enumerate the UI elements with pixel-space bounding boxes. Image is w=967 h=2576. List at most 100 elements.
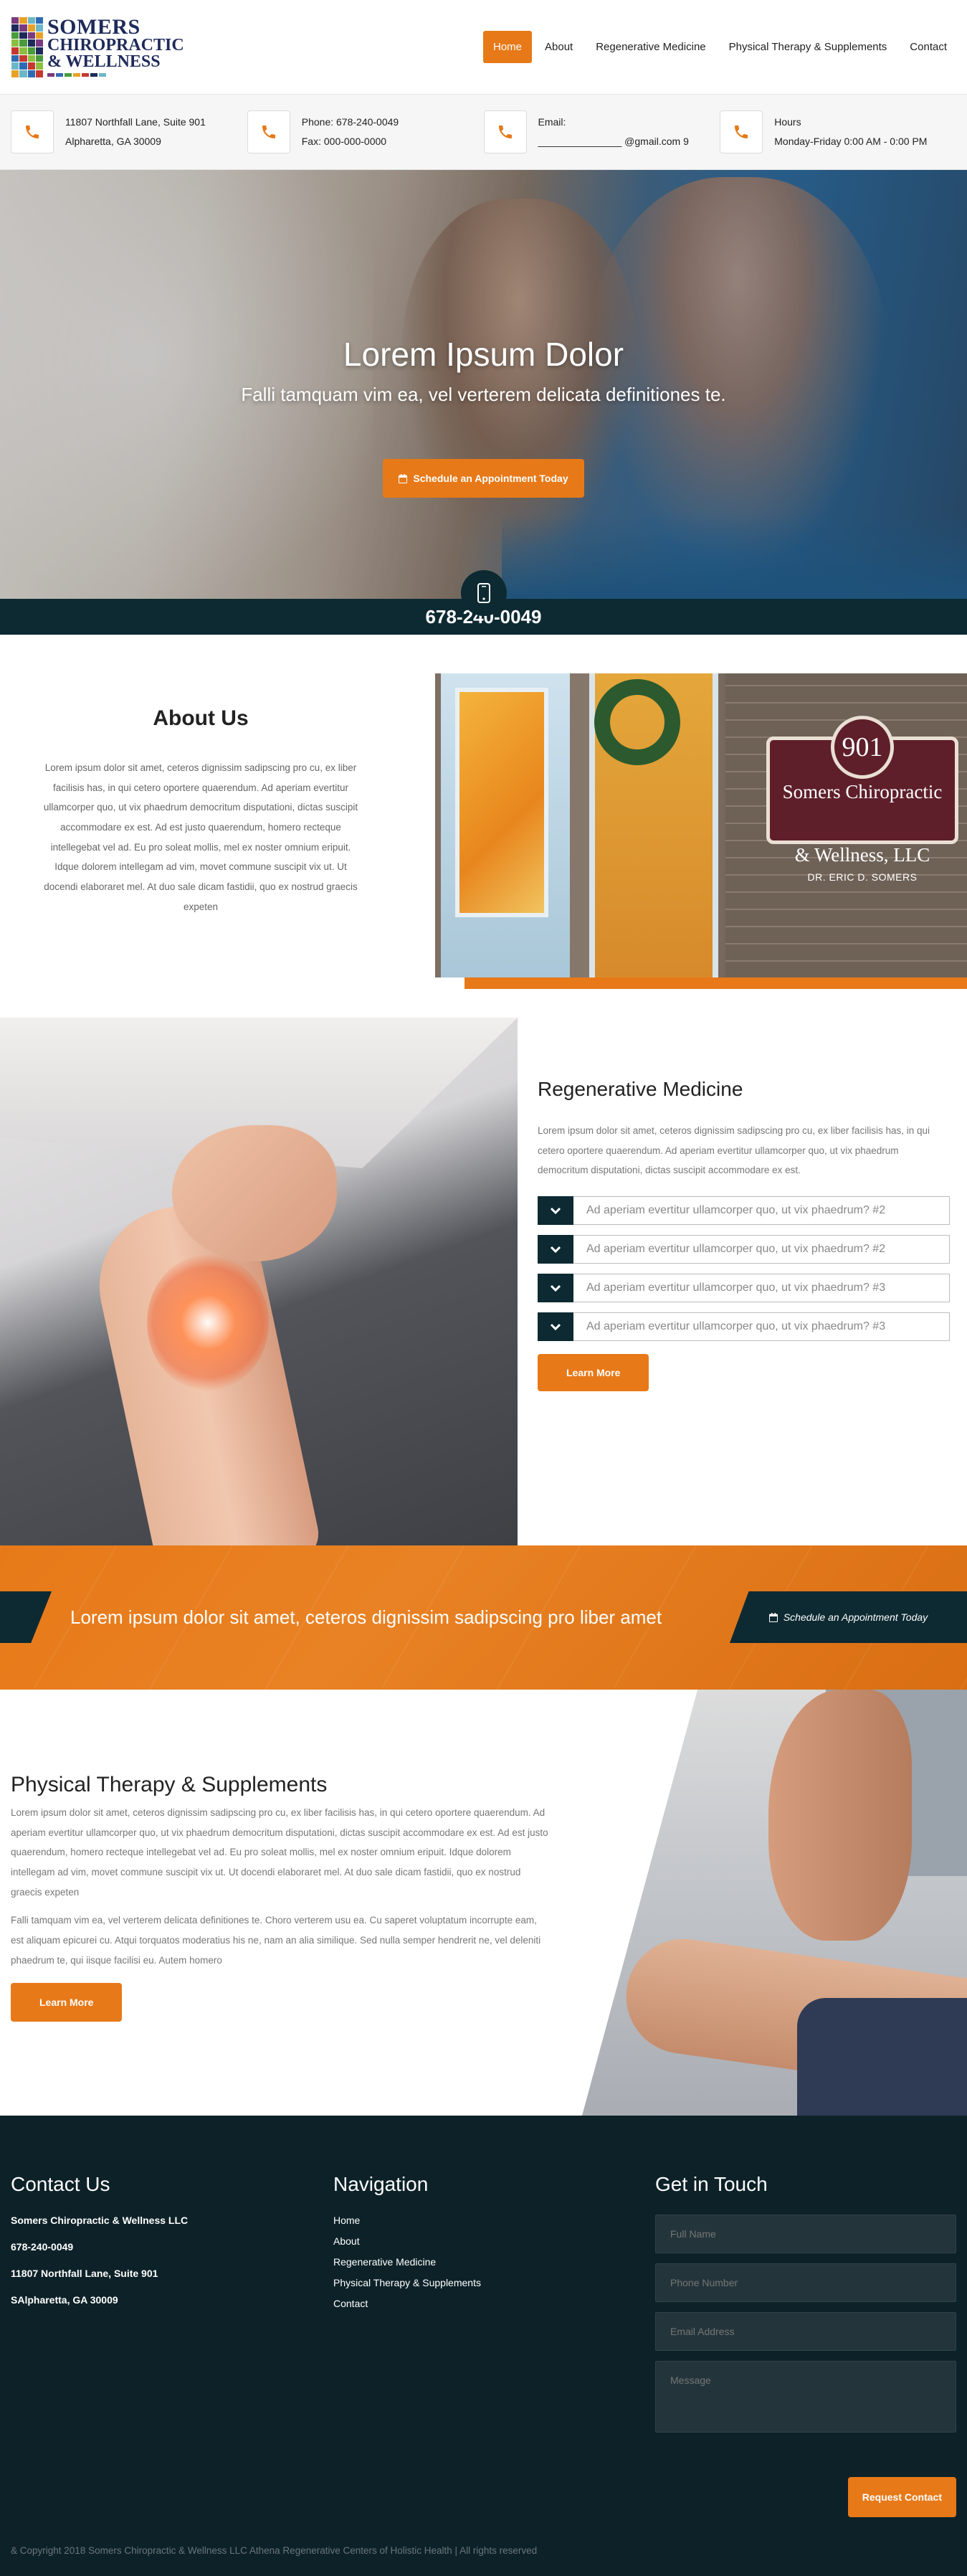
fax-number: Fax: 000-000-0000 [301, 136, 387, 147]
info-address: 11807 Northfall Lane, Suite 901 Alpharet… [11, 110, 247, 153]
site-header: SOMERS CHIROPRACTIC & WELLNESS Home Abou… [0, 0, 967, 94]
regen-learn-more-button[interactable]: Learn More [538, 1354, 649, 1392]
phone-number[interactable]: Phone: 678-240-0049 [302, 113, 399, 132]
footer-nav-contact[interactable]: Contact [333, 2298, 634, 2309]
nav-home[interactable]: Home [482, 31, 532, 63]
chevron-down-icon[interactable] [538, 1274, 573, 1303]
cta-band: Lorem ipsum dolor sit amet, ceteros dign… [0, 1545, 967, 1690]
accordion-item[interactable]: Ad aperiam evertitur ullamcorper quo, ut… [538, 1274, 950, 1303]
chevron-down-icon[interactable] [538, 1312, 573, 1342]
about-text: About Us Lorem ipsum dolor sit amet, cet… [43, 706, 358, 917]
phone-number-input[interactable] [655, 2263, 956, 2302]
logo-tile [11, 62, 19, 70]
cta-schedule-label: Schedule an Appointment Today [783, 1611, 928, 1623]
hero-content: Lorem Ipsum Dolor Falli tamquam vim ea, … [0, 335, 967, 498]
full-name-input[interactable] [655, 2215, 956, 2253]
logo-tile [35, 16, 43, 24]
logo-tile [11, 70, 19, 77]
logo-tile [19, 24, 27, 32]
footer-phone[interactable]: 678-240-0049 [11, 2241, 312, 2253]
logo-line-1: SOMERS [47, 14, 140, 39]
logo-tile [27, 24, 35, 32]
email-label: Email: [538, 116, 566, 128]
about-accent-bar [465, 977, 967, 989]
pt-learn-more-button[interactable]: Learn More [11, 1983, 123, 2022]
logo-tile [27, 62, 35, 70]
logo-bar [90, 73, 97, 77]
therapy-photo [582, 1690, 967, 2116]
chevron-down-icon[interactable] [538, 1196, 573, 1226]
phone-icon [247, 110, 290, 153]
physical-therapy-section: Physical Therapy & Supplements Lorem ips… [0, 1690, 967, 2116]
logo-bar [99, 73, 106, 77]
logo-tile [11, 47, 19, 55]
logo-tile [11, 55, 19, 62]
cta-schedule-button[interactable]: Schedule an Appointment Today [730, 1591, 967, 1643]
logo-bar [65, 73, 72, 77]
accordion-item[interactable]: Ad aperiam evertitur ullamcorper quo, ut… [538, 1312, 950, 1342]
logo-tile [27, 70, 35, 77]
message-textarea[interactable] [655, 2361, 956, 2433]
email-address[interactable]: _______________ @gmail.com 9 [538, 132, 689, 151]
footer-nav-physical-therapy[interactable]: Physical Therapy & Supplements [333, 2277, 634, 2288]
logo-tile [19, 39, 27, 47]
logo-tile [35, 32, 43, 39]
chevron-down-icon[interactable] [538, 1235, 573, 1264]
accordion-label[interactable]: Ad aperiam evertitur ullamcorper quo, ut… [573, 1235, 950, 1264]
logo-tile [19, 32, 27, 39]
logo-bar [82, 73, 89, 77]
pt-text: Physical Therapy & Supplements Lorem ips… [11, 1773, 548, 2022]
accordion-item[interactable]: Ad aperiam evertitur ullamcorper quo, ut… [538, 1196, 950, 1226]
info-email: Email: _______________ @gmail.com 9 [483, 110, 720, 153]
address-line-2: Alpharetta, GA 30009 [65, 136, 161, 147]
calendar-icon [399, 473, 408, 483]
nav-regenerative-medicine[interactable]: Regenerative Medicine [586, 31, 715, 63]
nav-physical-therapy[interactable]: Physical Therapy & Supplements [719, 31, 897, 63]
nav-about[interactable]: About [535, 31, 583, 63]
footer-navigation: Navigation Home About Regenerative Medic… [333, 2173, 634, 2319]
footer-nav-regenerative-medicine[interactable]: Regenerative Medicine [333, 2256, 634, 2268]
nav-contact[interactable]: Contact [900, 31, 957, 63]
logo-tile [19, 16, 27, 24]
hero-banner: Lorem Ipsum Dolor Falli tamquam vim ea, … [0, 170, 967, 635]
accordion-label[interactable]: Ad aperiam evertitur ullamcorper quo, ut… [573, 1274, 950, 1303]
schedule-appointment-button[interactable]: Schedule an Appointment Today [383, 459, 584, 498]
footer-contact-form: Get in Touch Request Contact [655, 2173, 956, 2532]
logo-tile [35, 70, 43, 77]
accordion-item[interactable]: Ad aperiam evertitur ullamcorper quo, ut… [538, 1235, 950, 1264]
logo-color-bars [47, 73, 184, 77]
logo-tile [35, 24, 43, 32]
logo-bar [47, 73, 54, 77]
sign-line-2: & Wellness, LLC [794, 843, 930, 866]
sign-line-1: Somers Chiropractic [782, 781, 943, 802]
accordion-label[interactable]: Ad aperiam evertitur ullamcorper quo, ut… [573, 1196, 950, 1226]
logo-mosaic [11, 16, 43, 77]
logo-line-2: CHIROPRACTIC [47, 36, 184, 55]
footer-nav-about[interactable]: About [333, 2235, 634, 2247]
email-address-input[interactable] [655, 2312, 956, 2351]
site-logo[interactable]: SOMERS CHIROPRACTIC & WELLNESS [11, 14, 184, 77]
info-phone: Phone: 678-240-0049 Fax: 000-000-0000 [247, 110, 484, 153]
about-title: About Us [153, 706, 249, 730]
hero-title: Lorem Ipsum Dolor [343, 336, 624, 373]
logo-tile [11, 24, 19, 32]
accordion-label[interactable]: Ad aperiam evertitur ullamcorper quo, ut… [573, 1312, 950, 1342]
logo-tile [27, 32, 35, 39]
logo-tile [19, 47, 27, 55]
logo-tile [27, 39, 35, 47]
footer-contact: Contact Us Somers Chiropractic & Wellnes… [11, 2173, 312, 2321]
knee-pain-photo [0, 1018, 518, 1545]
pt-title: Physical Therapy & Supplements [11, 1773, 328, 1796]
regenerative-medicine-section: Regenerative Medicine Lorem ipsum dolor … [0, 1018, 967, 1545]
logo-bar [73, 73, 80, 77]
about-section: About Us Lorem ipsum dolor sit amet, cet… [0, 635, 967, 1018]
calendar-icon [768, 1612, 778, 1622]
footer-contact-title: Contact Us [11, 2173, 110, 2195]
photo-therapist-arm [768, 1690, 912, 1941]
footer-nav-home[interactable]: Home [333, 2215, 634, 2226]
request-contact-button[interactable]: Request Contact [847, 2477, 956, 2517]
sign-line-3: DR. ERIC D. SOMERS [807, 871, 918, 884]
logo-tile [27, 47, 35, 55]
schedule-appointment-label: Schedule an Appointment Today [413, 473, 568, 484]
logo-tile [35, 55, 43, 62]
